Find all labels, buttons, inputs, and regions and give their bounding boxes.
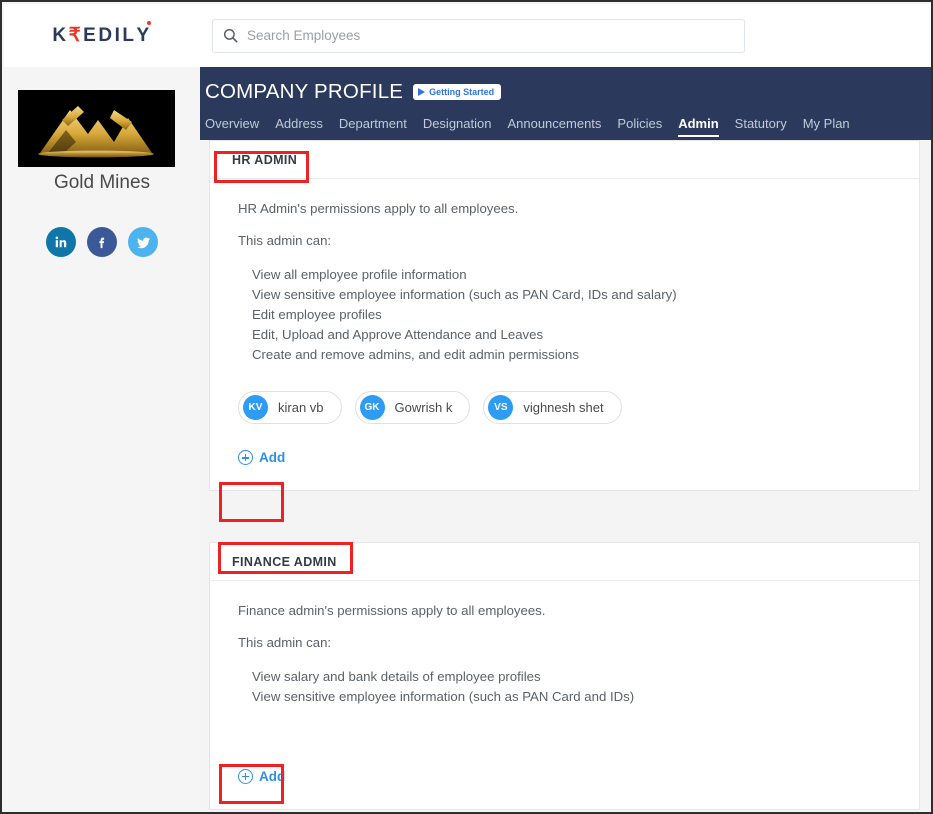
facebook-icon[interactable] (87, 227, 117, 257)
tab-policies[interactable]: Policies (617, 116, 662, 137)
member-name: kiran vb (278, 400, 324, 416)
permission-list: View salary and bank details of employee… (252, 667, 897, 707)
kredily-logo[interactable]: K ₹ EDIL Y (4, 4, 200, 67)
permission-item: Edit employee profiles (252, 307, 382, 323)
search-box[interactable] (212, 18, 745, 53)
add-admin-button[interactable]: Add (238, 450, 286, 466)
plus-circle-icon (238, 769, 253, 785)
tab-my-plan[interactable]: My Plan (803, 116, 850, 137)
add-label: Add (259, 769, 286, 785)
header-content: COMPANY PROFILE Getting Started Overview… (205, 67, 931, 140)
tab-announcements[interactable]: Announcements (507, 116, 601, 137)
admin-card: FINANCE ADMIN Finance admin's permissions… (209, 542, 920, 810)
main-content: HR ADMIN HR Admin's permissions apply to … (200, 140, 929, 810)
search-input[interactable] (247, 19, 734, 52)
member-chip[interactable]: GK Gowrish k (354, 391, 471, 425)
tab-statutory[interactable]: Statutory (735, 116, 787, 137)
getting-started-label: Getting Started (429, 87, 495, 97)
rupee-icon: ₹ (68, 25, 84, 46)
play-icon (418, 88, 426, 96)
page-title-row: COMPANY PROFILE Getting Started (205, 67, 931, 104)
twitter-glyph (136, 237, 150, 248)
card-body: HR Admin's permissions apply to all empl… (210, 179, 919, 490)
tab-overview[interactable]: Overview (205, 116, 259, 137)
card-subhead: This admin can: (238, 233, 332, 248)
nav-tabs: Overview Address Department Designation Anno… (205, 113, 931, 137)
linkedin-glyph (55, 236, 67, 248)
getting-started-button[interactable]: Getting Started (413, 84, 502, 100)
search-icon (223, 28, 238, 43)
member-name: Gowrish k (394, 400, 453, 416)
card-intro: Finance admin's permissions apply to all… (238, 603, 546, 618)
social-links (4, 227, 200, 257)
card-intro: HR Admin's permissions apply to all empl… (238, 201, 519, 216)
admin-card: HR ADMIN HR Admin's permissions apply to … (209, 140, 920, 492)
permission-item: View sensitive employee information (suc… (252, 689, 635, 705)
card-header: FINANCE ADMIN (210, 543, 919, 581)
member-name: vighnesh shet (523, 400, 604, 416)
tab-address[interactable]: Address (275, 116, 323, 137)
member-chip[interactable]: VS vighnesh shet (483, 391, 622, 425)
brand-text-2: EDIL (83, 24, 137, 46)
permission-list: View all employee profile information Vie… (252, 265, 897, 365)
tab-department[interactable]: Department (339, 116, 407, 137)
facebook-glyph (99, 237, 105, 249)
plus-circle-icon (238, 450, 253, 466)
card-body: Finance admin's permissions apply to all… (210, 581, 919, 809)
permission-item: View all employee profile information (252, 267, 467, 282)
permission-item: Create and remove admins, and edit admin… (252, 347, 579, 363)
company-logo (18, 90, 175, 167)
top-bar: K ₹ EDIL Y (4, 4, 931, 67)
permission-item: View sensitive employee information (suc… (252, 287, 677, 303)
company-name: Gold Mines (53, 172, 151, 193)
permission-item: Edit, Upload and Approve Attendance and … (252, 327, 544, 343)
add-admin-button[interactable]: Add (238, 769, 286, 785)
gold-mines-logo-icon (38, 106, 154, 158)
tab-admin[interactable]: Admin (678, 116, 719, 137)
card-title: HR ADMIN (232, 152, 298, 167)
avatar: VS (488, 395, 514, 421)
sidebar: Gold Mines (4, 67, 200, 810)
member-chips: KV kiran vb GK Gowrish k VS vighnesh shet (238, 391, 897, 425)
linkedin-icon[interactable] (46, 227, 76, 257)
card-header: HR ADMIN (210, 141, 919, 179)
add-label: Add (259, 450, 286, 466)
brand-text-3: Y (136, 20, 152, 46)
tab-designation[interactable]: Designation (423, 116, 492, 137)
avatar: KV (243, 395, 268, 421)
card-title: FINANCE ADMIN (232, 554, 337, 569)
permission-item: View salary and bank details of employee… (252, 669, 541, 684)
card-subhead: This admin can: (238, 635, 332, 650)
member-chip[interactable]: KV kiran vb (238, 391, 342, 425)
avatar: GK (359, 395, 385, 421)
brand-text-1: K (52, 24, 69, 46)
twitter-icon[interactable] (128, 227, 158, 257)
app-window: K₹EDILY COMPANY PROFILE Getting Started … (0, 0, 933, 814)
page-title: COMPANY PROFILE (205, 80, 404, 103)
